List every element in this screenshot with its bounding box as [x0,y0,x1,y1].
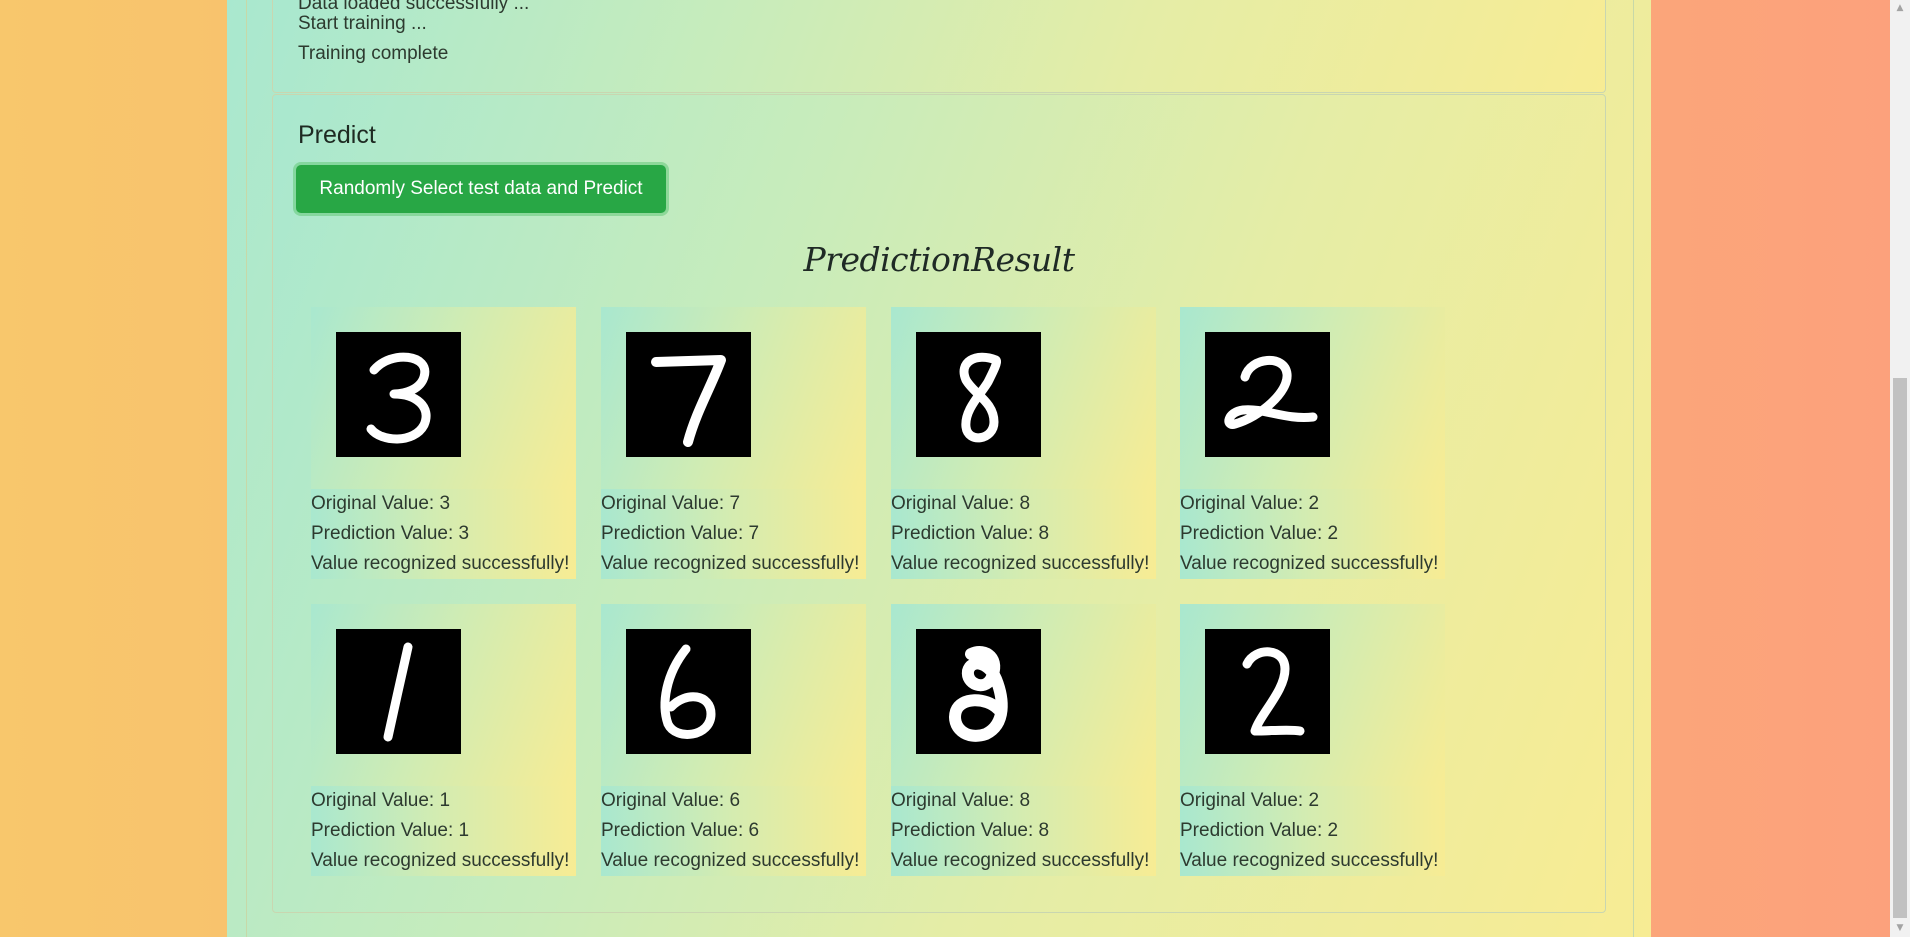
digit-image [916,332,1041,457]
original-value: Original Value: 7 [601,489,866,519]
prediction-value: Prediction Value: 1 [311,816,576,846]
recognition-status: Value recognized successfully! [311,549,576,579]
digit-image [336,332,461,457]
prediction-value: Prediction Value: 8 [891,519,1156,549]
digit-image [626,332,751,457]
log-line-start-training: Start training ... [298,13,427,34]
recognition-status: Value recognized successfully! [1180,846,1445,876]
random-predict-button[interactable]: Randomly Select test data and Predict [296,165,666,213]
original-value: Original Value: 8 [891,786,1156,816]
prediction-value: Prediction Value: 2 [1180,816,1445,846]
recognition-status: Value recognized successfully! [311,846,576,876]
recognition-status: Value recognized successfully! [891,549,1156,579]
prediction-value: Prediction Value: 7 [601,519,866,549]
scrollbar-thumb[interactable] [1893,378,1907,918]
digit-image [916,629,1041,754]
prediction-result-title: PredictionResult [803,240,1076,279]
scroll-down-arrow-icon[interactable]: ▼ [1890,920,1910,937]
digit-image [336,629,461,754]
original-value: Original Value: 2 [1180,489,1445,519]
original-value: Original Value: 1 [311,786,576,816]
log-line-training-complete: Training complete [298,43,449,64]
original-value: Original Value: 2 [1180,786,1445,816]
predict-title: Predict [298,121,376,149]
digit-image [1205,332,1330,457]
recognition-status: Value recognized successfully! [1180,549,1445,579]
original-value: Original Value: 6 [601,786,866,816]
original-value: Original Value: 8 [891,489,1156,519]
recognition-status: Value recognized successfully! [601,549,866,579]
prediction-value: Prediction Value: 8 [891,816,1156,846]
recognition-status: Value recognized successfully! [891,846,1156,876]
prediction-value: Prediction Value: 2 [1180,519,1445,549]
digit-image [1205,629,1330,754]
scroll-up-arrow-icon[interactable]: ▲ [1890,0,1910,17]
digit-image [626,629,751,754]
prediction-value: Prediction Value: 3 [311,519,576,549]
original-value: Original Value: 3 [311,489,576,519]
vertical-scrollbar[interactable]: ▲ ▼ [1890,0,1910,937]
recognition-status: Value recognized successfully! [601,846,866,876]
prediction-value: Prediction Value: 6 [601,816,866,846]
